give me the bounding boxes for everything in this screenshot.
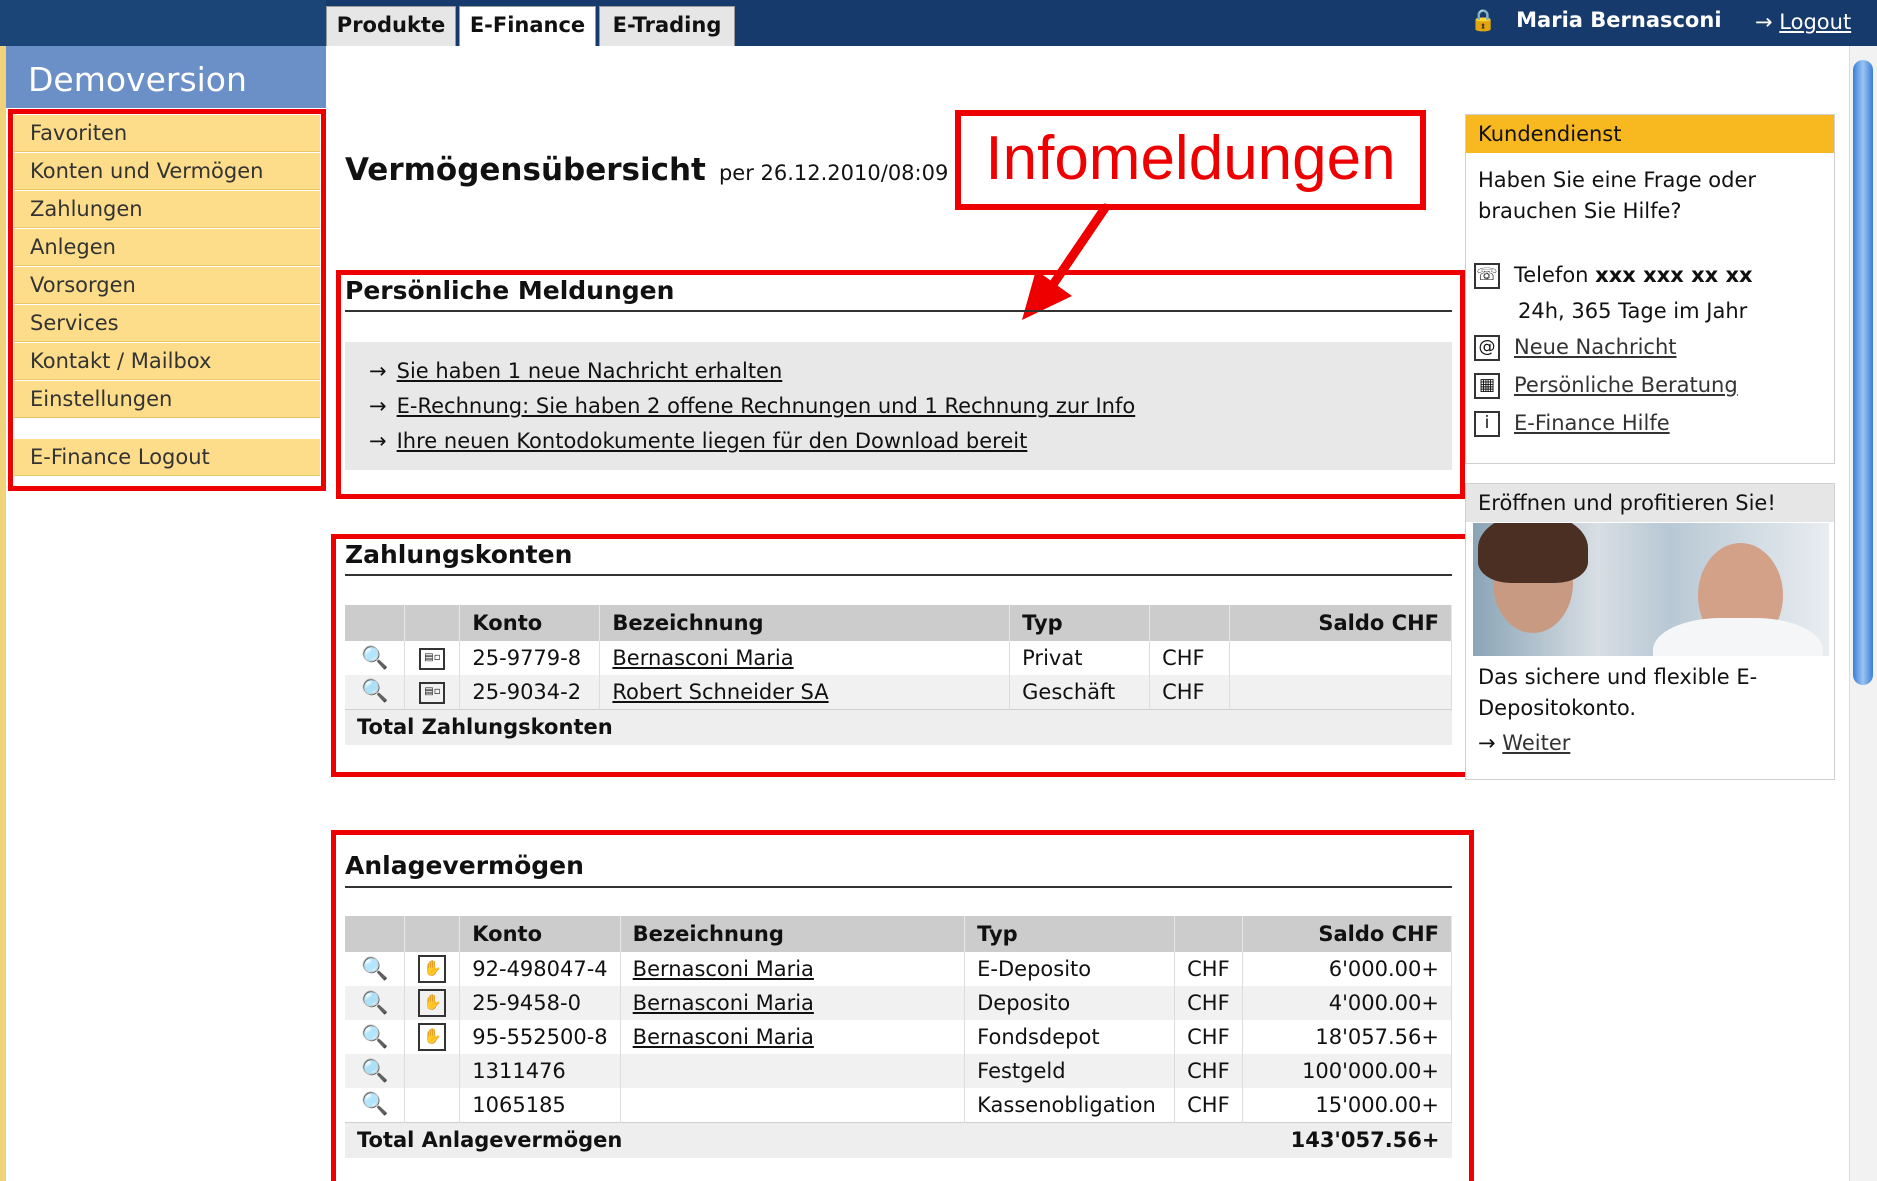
annotation-callout: Infomeldungen [955,110,1426,210]
calendar-icon: ▦ [1474,373,1500,399]
user-name: Maria Bernasconi [1516,8,1722,32]
lock-icon: 🔒 [1470,8,1497,32]
arrow-right-icon: → [1478,731,1496,755]
at-icon: @ [1474,335,1500,361]
annotation-box-messages [336,270,1465,499]
annotation-box-payment [331,534,1471,777]
annotation-box-assets [331,830,1474,1181]
top-nav-left-area [0,0,326,46]
service-phone: ☏ Telefon xxx xxx xx xx [1474,263,1753,289]
service-panel: Kundendienst Haben Sie eine Frage oder b… [1465,114,1835,464]
sidebar-title: Demoversion [6,46,326,108]
page-heading: Vermögensübersicht per 26.12.2010/08:09 [345,152,948,188]
personal-advice-link[interactable]: Persönliche Beratung [1514,373,1738,397]
service-title: Kundendienst [1466,115,1834,153]
tab-e-finance[interactable]: E-Finance [459,6,596,46]
promo-photo-hair [1478,523,1588,583]
page-date: per 26.12.2010/08:09 [718,161,949,185]
promo-link-row[interactable]: → Weiter [1466,728,1834,759]
service-hours: 24h, 365 Tage im Jahr [1518,299,1748,323]
service-link-row[interactable]: i E-Finance Hilfe [1474,411,1670,437]
promo-weiter-link[interactable]: Weiter [1502,731,1570,755]
vertical-scrollbar-thumb[interactable] [1853,60,1873,685]
promo-photo-shirt [1653,618,1823,656]
promo-photo [1473,523,1829,656]
phone-number: xxx xxx xx xx [1595,263,1753,287]
user-info: 🔒 Maria Bernasconi [1470,8,1722,33]
annotation-box-sidebar [8,109,326,491]
service-link-row[interactable]: ▦ Persönliche Beratung [1474,373,1738,399]
help-link[interactable]: E-Finance Hilfe [1514,411,1670,435]
tab-produkte[interactable]: Produkte [326,6,456,46]
left-edge-bar [0,46,6,1181]
new-message-link[interactable]: Neue Nachricht [1514,335,1677,359]
promo-title: Eröffnen und profitieren Sie! [1466,484,1834,522]
logout-link[interactable]: → Logout [1755,10,1851,34]
page-title: Vermögensübersicht [345,152,706,188]
promo-text: Das sichere und flexible E-Depositokonto… [1478,665,1758,720]
arrow-right-icon: → [1755,10,1773,34]
tab-e-trading[interactable]: E-Trading [599,6,735,46]
phone-icon: ☏ [1474,263,1500,289]
logout-label: Logout [1779,10,1852,34]
service-link-row[interactable]: @ Neue Nachricht [1474,335,1677,361]
phone-label: Telefon [1514,263,1589,287]
service-question: Haben Sie eine Frage oder brauchen Sie H… [1478,168,1757,223]
info-icon: i [1474,411,1500,437]
